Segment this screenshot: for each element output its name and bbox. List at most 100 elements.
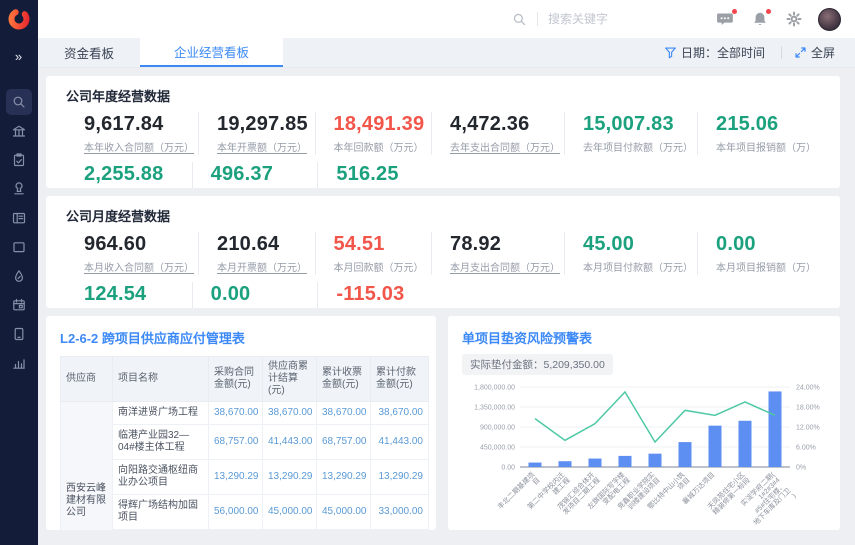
stat-label[interactable]: 本月收入合同额（万元）	[84, 259, 194, 274]
bar[interactable]	[709, 426, 722, 467]
messages-button[interactable]	[716, 11, 734, 27]
stat-value: -115.03	[336, 283, 439, 306]
stat-cell: 124.54本月部门报销额（万）	[66, 282, 192, 308]
amount-cell: 57,273.00	[209, 530, 263, 531]
project-name-cell: 南洋进贤广场工程	[113, 402, 209, 425]
table-row[interactable]: 得辉广场结构加固项目56,000.0045,000.0045,000.0033,…	[61, 495, 429, 530]
table-row[interactable]: 临港产业园32—04#楼主体工程68,757.0041,443.0068,757…	[61, 425, 429, 460]
stats-row: 2,255.88本年部门报销额（万）496.37本年税金支出（万元）516.25…	[66, 162, 820, 188]
supplier-table-title[interactable]: L2-6-2 跨项目供应商应付管理表	[60, 328, 422, 347]
stat-label: 去年项目付款额（万元）	[583, 139, 693, 154]
settings-button[interactable]	[786, 11, 802, 27]
stat-cell: 0.00本月项目报销额（万）	[697, 232, 820, 275]
amount-cell: 38,670.00	[371, 402, 429, 425]
bar[interactable]	[559, 461, 572, 467]
fullscreen-label[interactable]: 全屏	[811, 44, 835, 61]
stat-label[interactable]: 去年支出合同额（万元）	[450, 139, 560, 154]
stat-value: 215.06	[716, 113, 816, 136]
stat-value: 45.00	[583, 233, 693, 256]
fullscreen-icon[interactable]	[794, 46, 807, 59]
stat-label[interactable]: 本月开票额（万元）	[217, 259, 311, 274]
tab-enterprise-dashboard[interactable]: 企业经营看板	[140, 38, 283, 67]
analytics-icon[interactable]	[6, 350, 32, 376]
risk-chart[interactable]: 0.000%450,000.006.00%900,000.0012.00%1,3…	[462, 375, 826, 530]
filter-icon[interactable]	[664, 46, 677, 59]
search-input[interactable]	[548, 12, 658, 26]
risk-chart-card: 单项目垫资风险预警表 实际垫付金额：5,209,350.00 0.000%450…	[448, 316, 840, 530]
bar[interactable]	[649, 454, 662, 467]
bar[interactable]	[679, 442, 692, 467]
svg-text:0%: 0%	[796, 465, 806, 472]
drop-icon[interactable]	[6, 263, 32, 289]
x-axis-label: 丰北二期基建项目	[495, 470, 541, 516]
amount-cell: 45,000.00	[317, 495, 371, 530]
ledger-icon[interactable]	[6, 205, 32, 231]
stat-cell: 54.51本月回款额（万元）	[315, 232, 432, 275]
stat-label[interactable]: 本月支出合同额（万元）	[450, 259, 560, 274]
sidebar-expand-icon[interactable]: »	[15, 49, 23, 64]
tablet-icon[interactable]	[6, 321, 32, 347]
brand-logo	[7, 7, 31, 31]
stat-cell: 496.37本年税金支出（万元）	[192, 162, 318, 188]
amount-cell: 68,757.00	[209, 425, 263, 460]
supplier-cell: 西安云峰建材有限公司	[61, 402, 113, 531]
svg-text:1,350,000.00: 1,350,000.00	[474, 405, 515, 412]
message-badge	[732, 9, 737, 14]
stat-value: 496.37	[211, 163, 314, 186]
stat-value: 78.92	[450, 233, 560, 256]
stat-label: 本年回款额（万元）	[334, 139, 428, 154]
svg-text:12.00%: 12.00%	[796, 425, 820, 432]
global-search	[512, 12, 658, 27]
tab-toolbar: 日期：全部时间 全屏	[664, 38, 855, 67]
table-row[interactable]: 西京河西综合体项目57,273.0040,273.0057,273.0014,0…	[61, 530, 429, 531]
folder-icon[interactable]	[6, 234, 32, 260]
svg-text:1,800,000.00: 1,800,000.00	[474, 385, 515, 392]
stat-value: 2,255.88	[84, 163, 188, 186]
stat-value: 9,617.84	[84, 113, 194, 136]
calendar-icon[interactable]	[6, 292, 32, 318]
supplier-payable-table: 供应商项目名称采购合同金额(元)供应商累计结算(元)累计收票金额(元)累计付款金…	[60, 356, 429, 530]
stat-cell: 4,472.36去年支出合同额（万元）	[431, 112, 564, 155]
stat-value: 124.54	[84, 283, 188, 306]
project-name-cell: 向阳路交通枢纽商业办公项目	[113, 460, 209, 495]
main-column: 资金看板 企业经营看板 日期：全部时间 全屏	[38, 0, 855, 545]
stat-cell: 964.60本月收入合同额（万元）	[66, 232, 198, 275]
search-divider	[537, 12, 538, 26]
clipboard-icon[interactable]	[6, 147, 32, 173]
gear-icon	[786, 11, 802, 27]
user-avatar[interactable]	[818, 8, 841, 31]
stamp-icon[interactable]	[6, 176, 32, 202]
bar[interactable]	[529, 463, 542, 467]
table-row[interactable]: 西安云峰建材有限公司南洋进贤广场工程38,670.0038,670.0038,6…	[61, 402, 429, 425]
stat-label: 本月回款额（万元）	[334, 259, 428, 274]
svg-text:6.00%: 6.00%	[796, 445, 816, 452]
search-icon[interactable]	[6, 89, 32, 115]
amount-cell: 13,290.29	[263, 460, 317, 495]
amount-cell: 45,000.00	[263, 495, 317, 530]
stat-label[interactable]: 本年收入合同额（万元）	[84, 139, 194, 154]
search-icon[interactable]	[512, 12, 527, 27]
amount-cell: 57,273.00	[317, 530, 371, 531]
tab-funds-dashboard[interactable]: 资金看板	[38, 38, 140, 67]
annual-section-title: 公司年度经营数据	[66, 86, 820, 105]
bar[interactable]	[619, 456, 632, 467]
notifications-button[interactable]	[752, 11, 768, 27]
svg-text:24.00%: 24.00%	[796, 385, 820, 392]
table-row[interactable]: 向阳路交通枢纽商业办公项目13,290.2913,290.2913,290.29…	[61, 460, 429, 495]
amount-cell: 56,000.00	[209, 495, 263, 530]
bar[interactable]	[769, 391, 782, 467]
stat-cell: 215.06本年项目报销额（万）	[697, 112, 820, 155]
bar[interactable]	[739, 421, 752, 467]
bank-icon[interactable]	[6, 118, 32, 144]
amount-cell: 14,071.00	[371, 530, 429, 531]
date-filter-label[interactable]: 日期：全部时间	[681, 44, 765, 61]
risk-chart-title[interactable]: 单项目垫资风险预警表	[462, 328, 826, 347]
monthly-stats-card: 公司月度经营数据 964.60本月收入合同额（万元）210.64本月开票额（万元…	[46, 196, 840, 308]
amount-cell: 68,757.00	[317, 425, 371, 460]
app-root: »	[0, 0, 855, 545]
monthly-stats-grid: 964.60本月收入合同额（万元）210.64本月开票额（万元）54.51本月回…	[66, 232, 820, 308]
stat-label[interactable]: 本年开票额（万元）	[217, 139, 311, 154]
bar[interactable]	[589, 459, 602, 467]
stat-cell: 2,255.88本年部门报销额（万）	[66, 162, 192, 188]
bell-icon	[752, 11, 768, 27]
